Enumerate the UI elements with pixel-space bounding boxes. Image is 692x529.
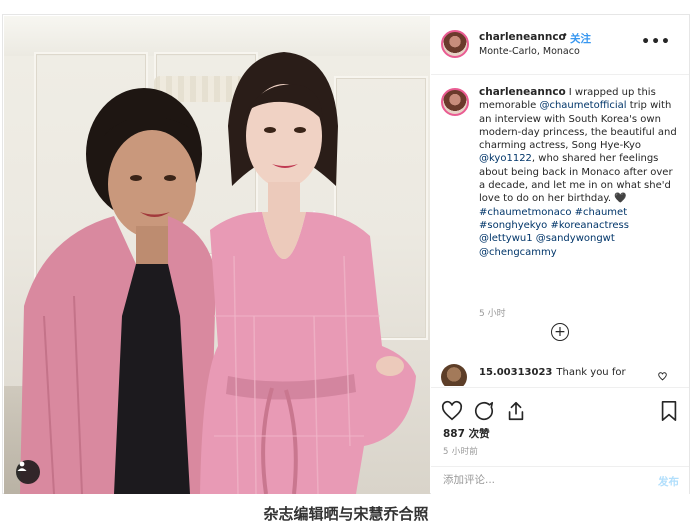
comment-body: Thank you for <box>556 367 626 378</box>
people-illustration <box>20 52 416 494</box>
header-username[interactable]: charleneannco <box>479 31 566 43</box>
comment-input[interactable] <box>443 474 633 486</box>
left-woman-face <box>108 130 196 238</box>
heart-icon[interactable] <box>441 400 463 422</box>
page-caption: 杂志编辑晒与宋慧乔合照 <box>263 505 429 523</box>
post-photo[interactable] <box>4 16 430 494</box>
mention-link[interactable]: @kyo1122 <box>479 153 532 164</box>
follow-separator: • <box>562 30 568 41</box>
mention-link[interactable]: @chaumetofficial <box>539 100 626 111</box>
user-tag-icon[interactable] <box>16 460 40 484</box>
post-timestamp: 5 小时前 <box>443 447 479 457</box>
caption-timestamp: 5 小时 <box>479 309 506 319</box>
comment-text: 15.00313023 Thank you for <box>479 367 626 378</box>
post-comment-button[interactable]: 发布 <box>658 474 679 489</box>
right-woman-dress <box>200 212 416 494</box>
post-header: charleneannco • 关注 Monte-Carlo, Monaco •… <box>431 16 689 75</box>
more-icon[interactable]: ••• <box>641 34 671 50</box>
follow-button[interactable]: 关注 <box>570 31 591 46</box>
hashtags[interactable]: #chaumetmonaco #chaumet #songhyekyo #kor… <box>479 206 677 259</box>
instagram-post-frame: charleneannco • 关注 Monte-Carlo, Monaco •… <box>2 14 690 495</box>
caption-username[interactable]: charleneannco <box>479 86 566 98</box>
share-icon[interactable] <box>505 400 527 422</box>
location-link[interactable]: Monte-Carlo, Monaco <box>479 46 580 57</box>
comment-row: 15.00313023 Thank you for <box>441 364 681 386</box>
commenter-username[interactable]: 15.00313023 <box>479 367 552 378</box>
commenter-avatar[interactable] <box>441 364 467 386</box>
add-comment-icon[interactable]: + <box>551 323 569 341</box>
caption-text: charleneannco I wrapped up this memorable… <box>479 86 677 259</box>
like-count[interactable]: 887 次赞 <box>443 426 490 441</box>
avatar[interactable] <box>441 30 469 58</box>
post-side-panel: charleneannco • 关注 Monte-Carlo, Monaco •… <box>431 16 689 495</box>
like-comment-icon[interactable] <box>658 372 667 381</box>
bookmark-icon[interactable] <box>659 400 679 422</box>
comment-icon[interactable] <box>473 400 495 422</box>
caption-avatar[interactable] <box>441 88 469 116</box>
post-actions: 887 次赞 5 小时前 发布 <box>431 387 689 495</box>
add-comment-bar: 发布 <box>431 466 689 496</box>
